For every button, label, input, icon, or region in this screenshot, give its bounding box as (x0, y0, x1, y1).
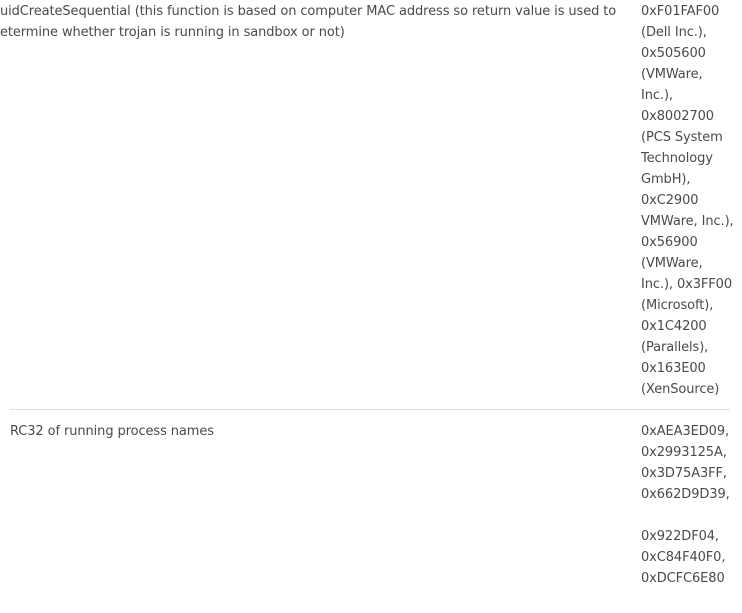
value-line: VMWare, Inc.), (641, 214, 734, 229)
row-divider (10, 409, 730, 410)
description-line: etermine whether trojan is running in sa… (0, 25, 345, 40)
row-values: 0xF01FAF00 (Dell Inc.), 0x505600 (VMWare… (641, 1, 739, 400)
value-line: 0xC84F40F0, (641, 550, 726, 565)
table-row: RC32 of running process names 0xAEA3ED09… (0, 421, 742, 613)
value-line: (Microsoft), (641, 298, 714, 313)
value-line: 0xF01FAF00 (641, 4, 720, 19)
data-table: uidCreateSequential (this function is ba… (0, 0, 742, 613)
value-line: 0xC2900 (641, 193, 699, 208)
value-line: (Parallels), (641, 340, 709, 355)
description-line: uidCreateSequential (this function is ba… (0, 4, 617, 19)
row-description: uidCreateSequential (this function is ba… (0, 1, 617, 43)
value-line: 0x2993125A, (641, 445, 727, 460)
value-line: 0x922DF04, (641, 529, 719, 544)
value-line: Inc.), (641, 88, 673, 103)
value-line: 0xAEA3ED09, (641, 424, 730, 439)
value-line: (VMWare, (641, 67, 703, 82)
value-line: (PCS System (641, 130, 723, 145)
value-line: 0x8002700 (641, 109, 714, 124)
table-row: uidCreateSequential (this function is ba… (0, 1, 742, 407)
row-values: 0xAEA3ED09, 0x2993125A, 0x3D75A3FF, 0x66… (641, 421, 739, 589)
value-line: (VMWare, (641, 256, 703, 271)
value-line: Technology (641, 151, 713, 166)
value-line: 0x662D9D39, (641, 487, 730, 502)
value-line: Inc.), 0x3FF00 (641, 277, 733, 292)
value-line: 0x163E00 (641, 361, 706, 376)
value-line: 0x505600 (641, 46, 706, 61)
value-line: 0x3D75A3FF, (641, 466, 727, 481)
value-spacer (641, 505, 739, 526)
value-line: (Dell Inc.), (641, 25, 707, 40)
description-line: RC32 of running process names (10, 424, 214, 439)
row-description: RC32 of running process names (10, 421, 610, 442)
value-line: 0xDCFC6E80 (641, 571, 725, 586)
value-line: 0x56900 (641, 235, 698, 250)
value-line: GmbH), (641, 172, 691, 187)
value-line: (XenSource) (641, 382, 720, 397)
value-line: 0x1C4200 (641, 319, 707, 334)
